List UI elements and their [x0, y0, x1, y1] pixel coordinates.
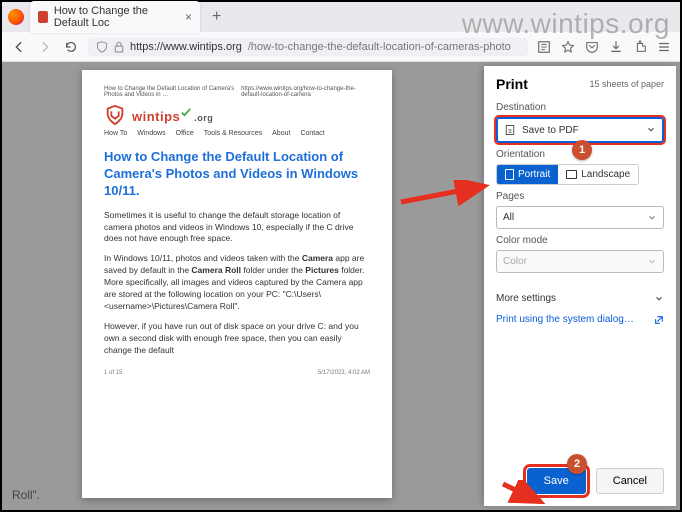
preview-header: How to Change the Default Location of Ca…	[104, 86, 370, 98]
reload-button[interactable]	[62, 38, 80, 56]
pages-select[interactable]: All	[496, 206, 664, 229]
back-button[interactable]	[10, 38, 28, 56]
checkmark-icon	[180, 107, 192, 119]
reader-icon[interactable]	[536, 39, 552, 55]
orientation-landscape[interactable]: Landscape	[558, 165, 638, 184]
site-favicon	[38, 11, 48, 23]
pdf-icon	[504, 124, 516, 136]
article-body: Sometimes it is useful to change the def…	[104, 210, 370, 254]
forward-button	[36, 38, 54, 56]
pocket-icon[interactable]	[584, 39, 600, 55]
site-logo: wintips.org	[104, 104, 370, 126]
chevron-down-icon	[654, 294, 664, 304]
chevron-down-icon	[646, 125, 656, 135]
more-settings-toggle[interactable]: More settings	[484, 287, 676, 310]
download-icon[interactable]	[608, 39, 624, 55]
url-host: https://www.wintips.org	[130, 41, 242, 53]
orientation-toggle: Portrait Landscape	[496, 164, 639, 185]
url-path: /how-to-change-the-default-location-of-c…	[248, 41, 511, 53]
cancel-button[interactable]: Cancel	[596, 468, 664, 494]
browser-tab[interactable]: How to Change the Default Loc ×	[30, 1, 200, 33]
destination-value: Save to PDF	[522, 125, 579, 136]
step-badge: 2	[567, 454, 587, 474]
colormode-label: Color mode	[496, 235, 664, 246]
url-bar[interactable]: https://www.wintips.org/how-to-change-th…	[88, 38, 528, 56]
article-intro: Sometimes it is useful to change the def…	[104, 210, 370, 246]
article-title: How to Change the Default Location of Ca…	[104, 149, 370, 200]
nav-item: Contact	[300, 130, 324, 137]
preview-header-right: https://www.wintips.org/how-to-change-th…	[241, 86, 370, 98]
browser-toolbar: https://www.wintips.org/how-to-change-th…	[2, 32, 680, 62]
bookmark-icon[interactable]	[560, 39, 576, 55]
print-dialog: Print 15 sheets of paper Destination Sav…	[484, 66, 676, 506]
article-p3: However, if you have run out of disk spa…	[104, 321, 370, 357]
step-badge: 1	[572, 140, 592, 160]
extension-icon[interactable]	[632, 39, 648, 55]
preview-header-left: How to Change the Default Location of Ca…	[104, 86, 241, 98]
browser-tab-strip: How to Change the Default Loc × +	[2, 2, 680, 32]
close-icon[interactable]: ×	[185, 10, 192, 24]
article-body-lower: In Windows 10/11, photos and videos take…	[104, 253, 370, 364]
shield-icon	[96, 41, 108, 53]
lock-icon	[114, 41, 124, 53]
chevron-down-icon	[647, 213, 657, 223]
new-tab-button[interactable]: +	[206, 8, 227, 26]
nav-item: How To	[104, 130, 127, 137]
nav-item: Office	[176, 130, 194, 137]
orientation-portrait[interactable]: Portrait	[497, 165, 558, 184]
nav-item: Tools & Resources	[204, 130, 262, 137]
nav-item: Windows	[137, 130, 165, 137]
firefox-icon	[8, 9, 24, 25]
tab-title: How to Change the Default Loc	[54, 5, 179, 29]
menu-icon[interactable]	[656, 39, 672, 55]
print-title: Print	[496, 76, 528, 92]
pages-label: Pages	[496, 191, 664, 202]
pages-value: All	[503, 212, 514, 223]
chevron-down-icon	[647, 257, 657, 267]
nav-item: About	[272, 130, 290, 137]
logo-shield-icon	[104, 104, 126, 126]
screenshot-frame: How to Change the Default Loc × + https:…	[0, 0, 682, 512]
external-link-icon	[654, 315, 664, 325]
destination-label: Destination	[496, 102, 664, 113]
colormode-value: Color	[503, 256, 527, 267]
logo-text: wintips.org	[132, 107, 213, 124]
page-counter: 1 of 15	[104, 370, 122, 376]
page-timestamp: 5/17/2023, 4:02 AM	[318, 370, 370, 376]
preview-footer: 1 of 15 5/17/2023, 4:02 AM	[104, 370, 370, 376]
article-p2: In Windows 10/11, photos and videos take…	[104, 253, 370, 312]
site-nav: How To Windows Office Tools & Resources …	[104, 130, 370, 137]
sheet-count: 15 sheets of paper	[589, 79, 664, 89]
colormode-select[interactable]: Color	[496, 250, 664, 273]
content-area: How to Change the Default Location of Ca…	[2, 62, 680, 510]
print-preview-page: How to Change the Default Location of Ca…	[82, 70, 392, 498]
system-dialog-link[interactable]: Print using the system dialog…	[484, 310, 676, 331]
